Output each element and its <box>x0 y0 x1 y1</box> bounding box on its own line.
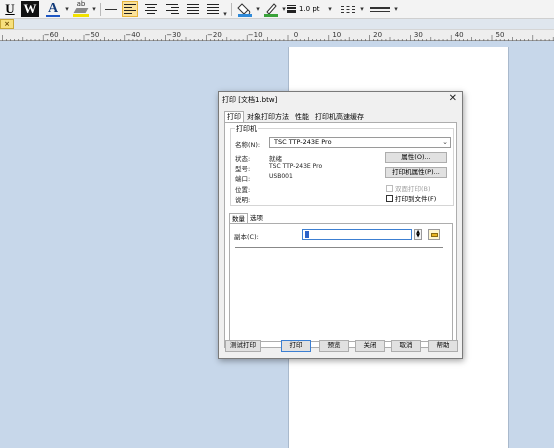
cancel-button[interactable]: 取消 <box>391 340 421 352</box>
properties-button[interactable]: 属性(O)... <box>385 152 447 163</box>
line-weight-value: 1.0 pt <box>299 5 320 13</box>
preview-button[interactable]: 预览 <box>319 340 349 352</box>
variable-data-source-button[interactable] <box>428 229 440 240</box>
printer-group: 打印机 名称(N): TSC TTP-243E Pro ⌄ 状态: 就绪 型号:… <box>230 124 454 206</box>
line-icon <box>105 8 117 10</box>
fill-color-button[interactable] <box>236 1 254 17</box>
ruler-tick-label: 50 <box>495 31 505 39</box>
printer-name-label: 名称(N): <box>235 141 261 149</box>
chevron-down-icon: ⌄ <box>442 138 448 146</box>
highlight-swatch <box>73 14 89 17</box>
ruler-tick-label: 40 <box>454 31 464 39</box>
align-center-button[interactable] <box>143 1 159 17</box>
ruler-tick-label: 0 <box>293 31 299 39</box>
printer-name-combobox[interactable]: TSC TTP-243E Pro ⌄ <box>269 137 451 148</box>
dash-style-dropdown-icon[interactable]: ▾ <box>359 1 365 17</box>
close-document-button[interactable]: × <box>0 19 14 29</box>
close-button[interactable]: 关闭 <box>355 340 385 352</box>
panel-divider <box>235 247 443 248</box>
line-style-button[interactable] <box>367 1 393 17</box>
formatting-toolbar: U W A ▾ ab ▾ ▾ ▾ ▾ 1.0 pt ▾ ▾ ▾ <box>0 0 554 19</box>
ruler-tick-label: −20 <box>207 31 222 39</box>
ruler-tick-label: −10 <box>247 31 263 39</box>
status-value: 就绪 <box>269 155 282 163</box>
underline-button[interactable]: U <box>2 1 18 17</box>
line-color-button[interactable] <box>262 1 280 17</box>
printer-properties-button[interactable]: 打印机属性(P)... <box>385 167 447 178</box>
copies-input[interactable] <box>302 229 412 240</box>
tab-printer-cache[interactable]: 打印机高速缓存 <box>312 111 367 122</box>
ruler-tick-label: −50 <box>84 31 100 39</box>
line-weight-dropdown-icon[interactable]: ▾ <box>327 1 333 17</box>
ruler-tick-label: 20 <box>373 31 383 39</box>
print-dialog: 打印 [文档1.btw] ✕ 打印 对象打印方法 性能 打印机高速缓存 打印机 … <box>218 91 463 359</box>
print-to-file-label: 打印到文件(F) <box>395 195 437 203</box>
status-label: 状态: <box>235 155 251 163</box>
print-to-file-checkbox[interactable]: 打印到文件(F) <box>386 193 436 203</box>
database-icon <box>431 233 438 237</box>
port-label: 端口: <box>235 175 251 183</box>
line-style-dropdown-icon[interactable]: ▾ <box>393 1 399 17</box>
font-color-swatch <box>46 15 60 17</box>
model-value: TSC TTP-243E Pro <box>269 163 323 170</box>
ruler-tick-label: −60 <box>43 31 59 39</box>
paint-bucket-icon <box>237 3 252 17</box>
comment-label: 说明: <box>235 196 251 204</box>
model-label: 型号: <box>235 165 251 173</box>
toolbar-divider <box>100 3 101 16</box>
test-print-button[interactable]: 测试打印 <box>225 340 261 352</box>
print-tab-panel: 打印机 名称(N): TSC TTP-243E Pro ⌄ 状态: 就绪 型号:… <box>224 122 457 348</box>
font-color-button[interactable]: A <box>45 1 61 17</box>
print-button[interactable]: 打印 <box>281 340 311 352</box>
ruler-ticks <box>2 35 554 41</box>
help-button[interactable]: 帮助 <box>428 340 458 352</box>
horizontal-line-button[interactable] <box>104 1 118 17</box>
align-right-button[interactable] <box>164 1 180 17</box>
toolbar-divider <box>231 3 232 16</box>
font-color-dropdown-icon[interactable]: ▾ <box>64 1 70 17</box>
duplex-label: 双面打印(B) <box>395 185 431 193</box>
highlight-label: ab <box>76 0 86 8</box>
ruler-tick-label: 10 <box>332 31 342 39</box>
tab-performance[interactable]: 性能 <box>292 111 312 122</box>
copies-subtabs: 数量 选项 <box>229 213 265 223</box>
checkbox-box <box>386 194 393 202</box>
align-left-button[interactable] <box>122 1 138 17</box>
subtab-quantity[interactable]: 数量 <box>229 213 248 223</box>
justify-button[interactable] <box>185 1 201 17</box>
ruler-tick-label: 30 <box>413 31 423 39</box>
checkbox-box <box>386 184 393 192</box>
w-button[interactable]: W <box>21 1 39 17</box>
printer-name-value: TSC TTP-243E Pro <box>274 138 332 146</box>
copies-value <box>305 230 309 238</box>
copies-stepper[interactable]: ▲ ▼ <box>414 229 422 240</box>
close-icon[interactable]: ✕ <box>449 93 457 104</box>
highlight-dropdown-icon[interactable]: ▾ <box>91 1 97 17</box>
ruler-tick-label: −30 <box>166 31 181 39</box>
printer-group-legend: 打印机 <box>235 124 258 134</box>
ruler-tick-label: −40 <box>125 31 141 39</box>
location-label: 位置: <box>235 186 251 194</box>
quantity-panel: 副本(C): ▲ ▼ <box>229 223 453 342</box>
pen-icon <box>264 3 278 17</box>
subtab-options[interactable]: 选项 <box>248 213 265 223</box>
fill-color-dropdown-icon[interactable]: ▾ <box>255 1 261 17</box>
horizontal-ruler: −60 −50 −40 −30 −20 −10 0 10 20 30 40 50 <box>0 29 554 41</box>
highlighter-pen-icon <box>73 8 89 13</box>
dash-style-button[interactable] <box>337 1 359 17</box>
tab-object-print-method[interactable]: 对象打印方法 <box>244 111 292 122</box>
duplex-checkbox[interactable]: 双面打印(B) <box>386 183 431 193</box>
distribute-button[interactable] <box>205 1 221 17</box>
tab-strip <box>14 19 554 29</box>
dialog-title: 打印 [文档1.btw] <box>222 96 278 104</box>
line-weight-icon <box>287 5 296 13</box>
highlight-button[interactable]: ab <box>72 1 90 17</box>
copies-label: 副本(C): <box>234 233 259 241</box>
port-value: USB001 <box>269 173 293 180</box>
